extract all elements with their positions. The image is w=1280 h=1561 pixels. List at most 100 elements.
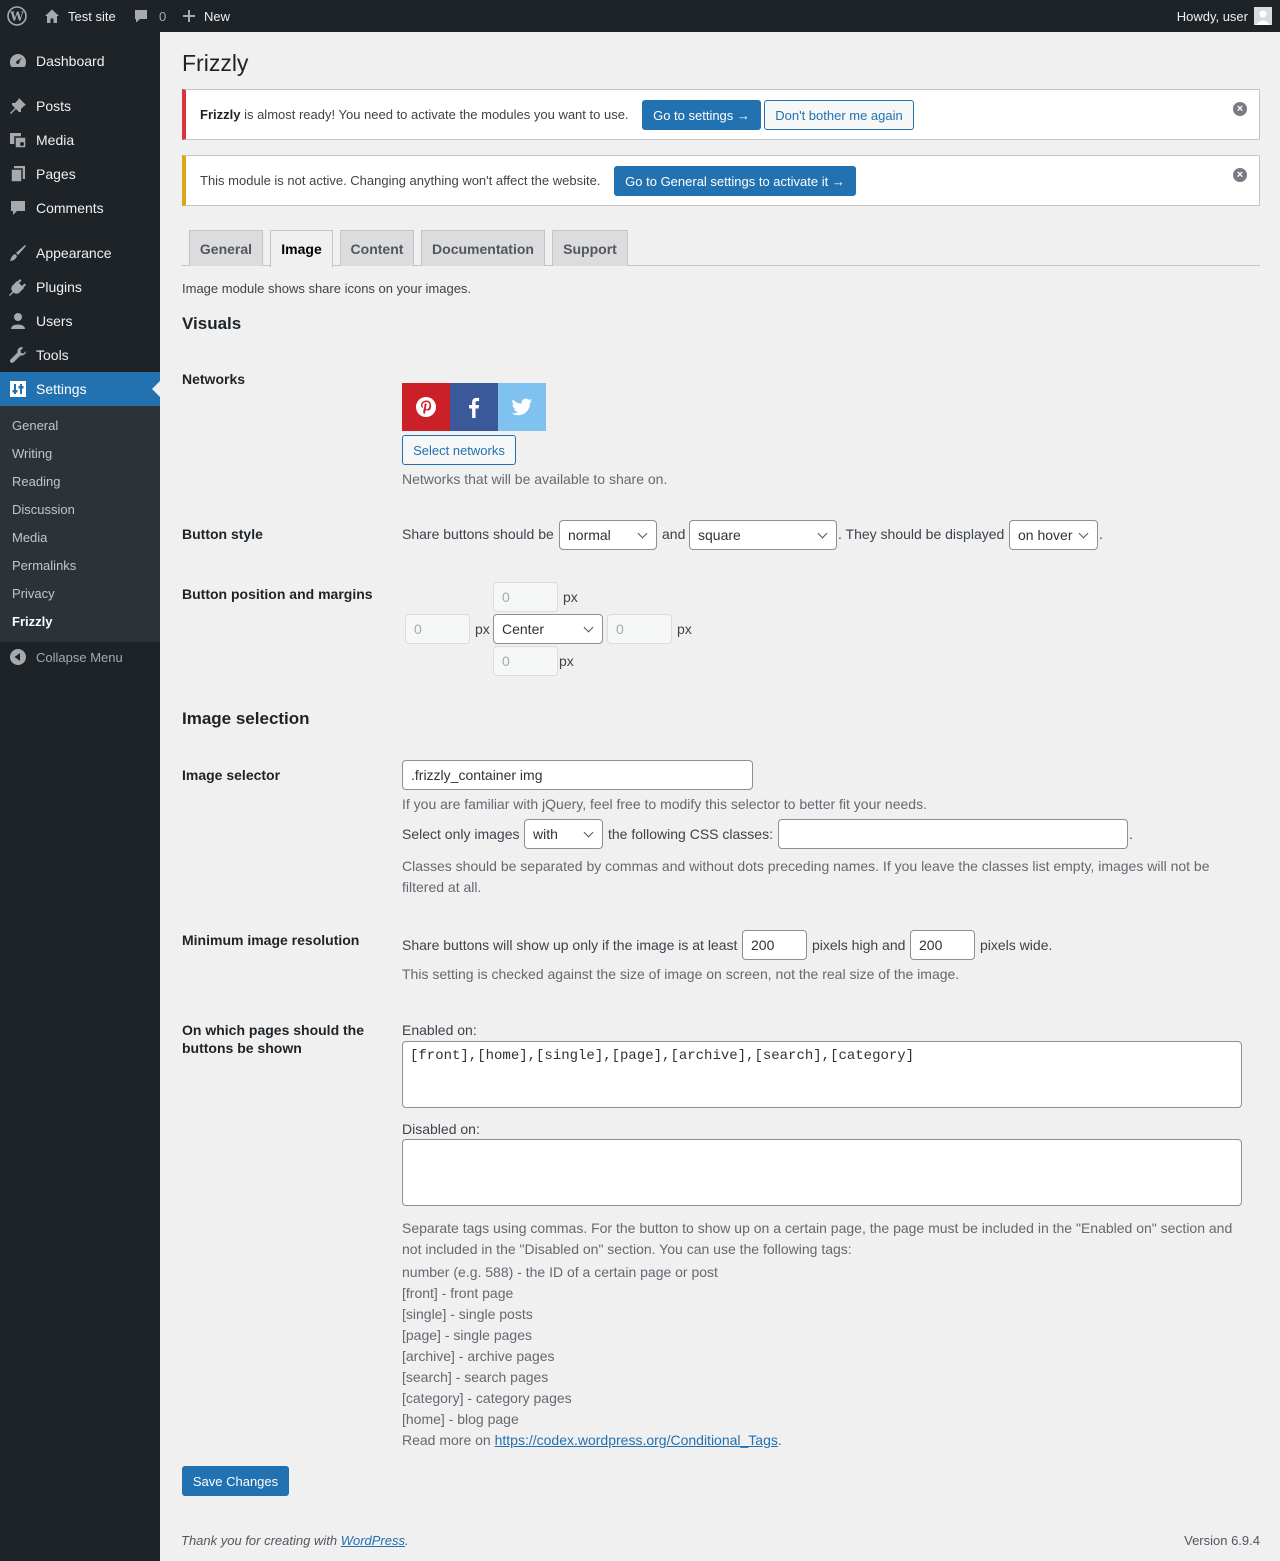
tag-item: [page] - single pages xyxy=(402,1327,532,1343)
module-intro: Image module shows share icons on your i… xyxy=(182,281,472,296)
submenu-media[interactable]: Media xyxy=(12,530,47,545)
style-and-text: and xyxy=(662,526,686,542)
menu-comments[interactable]: Comments xyxy=(0,191,160,225)
new-content-link[interactable]: New xyxy=(182,0,230,32)
visuals-heading: Visuals xyxy=(182,314,242,333)
position-select[interactable]: Center xyxy=(493,614,603,644)
howdy-text: Howdy, user xyxy=(1176,8,1248,24)
submenu-writing[interactable]: Writing xyxy=(12,446,52,461)
menu-media[interactable]: Media xyxy=(0,123,160,157)
settings-submenu xyxy=(0,406,160,642)
wordpress-link[interactable]: WordPress xyxy=(341,1533,405,1548)
menu-settings[interactable]: Settings xyxy=(0,372,160,406)
tab-image[interactable]: Image xyxy=(270,230,333,267)
go-to-settings-button[interactable]: Go to settings → xyxy=(642,100,761,130)
comments-link[interactable]: 0 xyxy=(133,0,166,32)
style-text-1: Share buttons should be xyxy=(402,526,554,542)
select-networks-button[interactable]: Select networks xyxy=(402,435,516,465)
plus-icon xyxy=(182,9,196,23)
home-icon xyxy=(44,8,60,24)
menu-dashboard[interactable]: Dashboard xyxy=(0,44,160,78)
min-width-input[interactable]: 200 xyxy=(910,930,975,960)
my-account-link[interactable]: Howdy, user xyxy=(1177,0,1272,32)
menu-users[interactable]: Users xyxy=(0,304,160,338)
dont-bother-button[interactable]: Don't bother me again xyxy=(764,100,914,130)
wordpress-logo-icon[interactable]: W xyxy=(7,0,27,32)
css-classes-input[interactable] xyxy=(778,819,1128,849)
collapse-menu-button[interactable]: Collapse Menu xyxy=(0,640,160,674)
margin-left-input[interactable]: 0 xyxy=(405,614,470,644)
button-size-select[interactable]: normal xyxy=(559,520,657,550)
conditional-tags-link[interactable]: https://codex.wordpress.org/Conditional_… xyxy=(495,1432,778,1448)
button-style-label: Button style xyxy=(182,526,263,542)
inactive-module-notice: This module is not active. Changing anyt… xyxy=(182,155,1260,206)
read-more-text: Read more on https://codex.wordpress.org… xyxy=(402,1432,782,1448)
setup-notice: Frizzly is almost ready! You need to act… xyxy=(182,89,1260,140)
margin-right-input[interactable]: 0 xyxy=(607,614,672,644)
style-text-2: . They should be displayed xyxy=(838,526,1005,542)
tab-documentation[interactable]: Documentation xyxy=(421,230,545,266)
dismiss-icon[interactable]: × xyxy=(1233,168,1247,182)
position-margins-label: Button position and margins xyxy=(182,586,373,602)
plug-icon xyxy=(8,277,28,297)
menu-tools[interactable]: Tools xyxy=(0,338,160,372)
footer-version: Version 6.9.4 xyxy=(1184,1533,1260,1548)
tab-general[interactable]: General xyxy=(189,230,263,266)
tag-item: [search] - search pages xyxy=(402,1369,549,1385)
media-icon xyxy=(8,130,28,150)
notice-text: is almost ready! You need to activate th… xyxy=(240,107,629,122)
submenu-discussion[interactable]: Discussion xyxy=(12,502,75,517)
tag-item: [single] - single posts xyxy=(402,1306,533,1322)
button-display-select[interactable]: on hover xyxy=(1009,520,1098,550)
new-label: New xyxy=(204,8,231,24)
following-classes-text: the following CSS classes: xyxy=(608,826,773,842)
image-selection-heading: Image selection xyxy=(182,709,310,728)
activate-module-button[interactable]: Go to General settings to activate it → xyxy=(614,166,856,196)
page-title: Frizzly xyxy=(182,50,249,76)
menu-appearance[interactable]: Appearance xyxy=(0,236,160,270)
dashboard-icon xyxy=(8,51,28,71)
tags-description: Separate tags using commas. For the butt… xyxy=(402,1220,1233,1257)
tag-item: [front] - front page xyxy=(402,1285,514,1301)
enabled-on-label: Enabled on: xyxy=(402,1022,477,1038)
submenu-privacy[interactable]: Privacy xyxy=(12,586,55,601)
facebook-icon xyxy=(450,383,498,431)
menu-pages[interactable]: Pages xyxy=(0,157,160,191)
min-res-text-2: pixels high and xyxy=(812,937,906,953)
inactive-notice-text: This module is not active. Changing anyt… xyxy=(200,173,601,188)
pages-icon xyxy=(8,164,28,184)
enabled-on-textarea[interactable]: [front],[home],[single],[page],[archive]… xyxy=(402,1041,1242,1108)
select-only-text: Select only images xyxy=(402,826,520,842)
image-selector-input[interactable]: .frizzly_container img xyxy=(402,760,753,790)
menu-posts[interactable]: Posts xyxy=(0,89,160,123)
tab-content[interactable]: Content xyxy=(340,230,414,266)
submenu-frizzly[interactable]: Frizzly xyxy=(12,614,52,629)
comment-icon xyxy=(8,198,28,218)
networks-description: Networks that will be available to share… xyxy=(402,471,668,487)
pin-icon xyxy=(8,96,28,116)
save-changes-button[interactable]: Save Changes xyxy=(182,1466,289,1496)
submenu-reading[interactable]: Reading xyxy=(12,474,60,489)
margin-top-input[interactable]: 0 xyxy=(493,582,558,612)
svg-text:W: W xyxy=(9,10,24,24)
menu-plugins[interactable]: Plugins xyxy=(0,270,160,304)
dismiss-icon[interactable]: × xyxy=(1233,102,1247,116)
submenu-permalinks[interactable]: Permalinks xyxy=(12,558,76,573)
disabled-on-label: Disabled on: xyxy=(402,1121,480,1137)
site-home-link[interactable]: Test site xyxy=(44,0,116,32)
classes-end-text: . xyxy=(1129,826,1133,842)
min-res-description: This setting is checked against the size… xyxy=(402,966,960,982)
with-without-select[interactable]: with xyxy=(524,819,603,849)
disabled-on-textarea[interactable] xyxy=(402,1139,1242,1206)
wrench-icon xyxy=(8,345,28,365)
min-height-input[interactable]: 200 xyxy=(742,930,807,960)
pinterest-icon xyxy=(402,383,450,431)
px-unit: px xyxy=(677,621,692,637)
submenu-general[interactable]: General xyxy=(12,418,58,433)
margin-bottom-input[interactable]: 0 xyxy=(493,646,558,676)
settings-icon xyxy=(8,379,28,399)
style-end-text: . xyxy=(1099,526,1103,542)
tab-support[interactable]: Support xyxy=(552,230,628,266)
px-unit: px xyxy=(559,653,574,669)
button-shape-select[interactable]: square xyxy=(689,520,837,550)
